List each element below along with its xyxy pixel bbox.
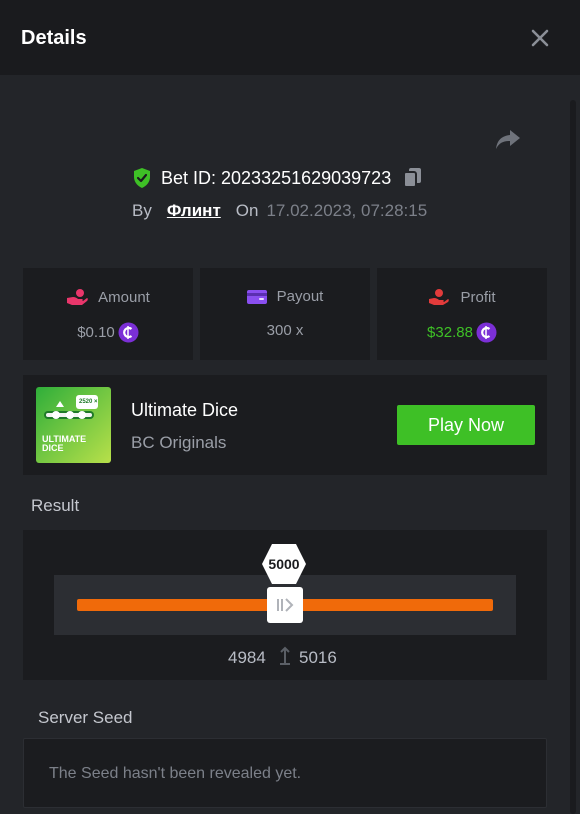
copy-icon [403,168,422,188]
payout-card: Payout 300 x [200,268,370,360]
server-seed-box: The Seed hasn't been revealed yet. [23,738,547,808]
on-label: On [235,201,259,220]
drag-handle-icon [277,598,294,612]
bet-author-row: By Флинт On 17.02.2023, 07:28:15 [132,199,427,223]
share-button[interactable] [494,128,522,152]
slider-handle[interactable] [267,587,303,623]
arrow-up-icon [280,646,290,665]
bet-details-modal: Details Bet ID: 20233251629039723 By Фли… [0,0,580,814]
game-name[interactable]: Ultimate Dice [131,400,238,421]
profit-card: Profit $32.88 [377,268,547,360]
bet-date: 17.02.2023, 07:28:15 [266,201,428,220]
coin-icon [476,322,497,343]
profit-value: $32.88 [427,324,473,341]
hand-money-icon [429,289,450,305]
result-range: 4984 5016 [23,646,547,670]
game-provider: BC Originals [131,433,227,452]
copy-button[interactable] [403,167,423,189]
game-card: 2520 × ULTIMATE DICE Ultimate Dice BC Or… [23,375,547,475]
coin-icon [118,322,139,343]
wallet-icon [246,289,267,304]
thumb-title: ULTIMATE DICE [42,434,87,453]
modal-title: Details [21,27,87,49]
payout-value: 300 x [266,322,304,339]
range-high: 5016 [299,648,337,667]
scrollbar[interactable] [570,100,576,814]
close-button[interactable] [526,24,554,52]
server-seed-label: Server Seed [38,708,133,727]
close-icon [531,29,549,47]
by-label: By [132,201,152,220]
user-link[interactable]: Флинт [167,201,221,221]
payout-label: Payout [276,288,324,305]
amount-card: Amount $0.10 [23,268,193,360]
modal-header: Details [0,0,580,75]
bet-id-text: Bet ID: 20233251629039723 [161,167,392,188]
server-seed-text: The Seed hasn't been revealed yet. [49,765,302,782]
result-panel: 5000 4984 5016 [23,530,547,680]
thumb-badge: 2520 × [79,399,98,405]
profit-label: Profit [460,288,496,306]
game-thumbnail[interactable]: 2520 × ULTIMATE DICE [36,387,111,463]
share-icon [496,130,520,149]
range-low: 4984 [228,648,266,667]
amount-value: $0.10 [77,324,115,341]
hand-coins-icon [67,289,88,305]
result-value: 5000 [268,556,300,572]
result-label: Result [31,496,80,515]
shield-check-icon [134,168,150,188]
play-now-button[interactable]: Play Now [397,405,535,445]
amount-label: Amount [98,288,150,306]
bet-id-row: Bet ID: 20233251629039723 [132,166,423,190]
